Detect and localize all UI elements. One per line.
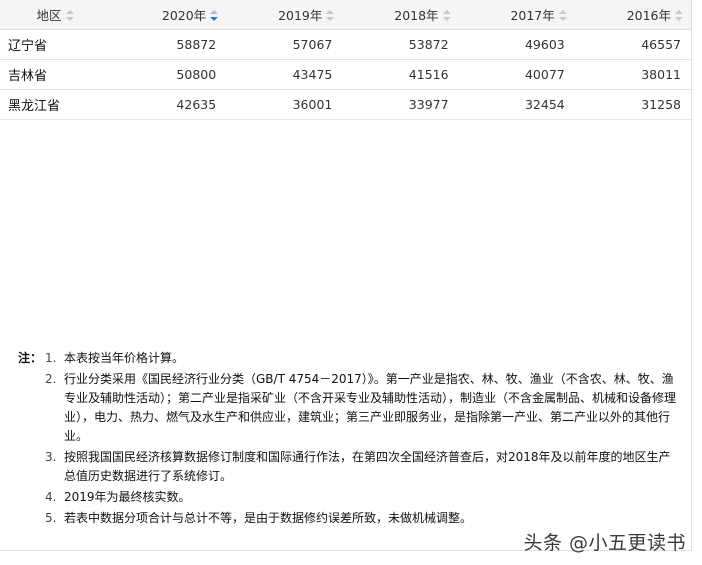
sort-icon[interactable]: [65, 10, 74, 21]
footnote-number: 2.: [45, 372, 57, 386]
table-header-row: 地区 2020年 2019年 2018年 2017年 2016年: [0, 0, 691, 30]
column-header-2019[interactable]: 2019年: [226, 0, 343, 30]
column-header-2016[interactable]: 2016年: [574, 0, 691, 30]
cell-value: 58872: [110, 29, 227, 60]
column-header-label: 2019年: [278, 8, 323, 23]
cell-value: 49603: [458, 29, 575, 60]
footnote-text: 若表中数据分项合计与总计不等，是由于数据修约误差所致，未做机械调整。: [64, 511, 473, 525]
footnote-text: 本表按当年价格计算。: [64, 351, 185, 365]
column-header-label: 2020年: [161, 8, 207, 23]
cell-value: 41516: [342, 59, 459, 90]
footnote-text: 行业分类采用《国民经济行业分类（GB/T 4754－2017）》。第一产业是指农…: [64, 372, 677, 443]
footnote-item: 3. 按照我国国民经济核算数据修订制度和国际通行作法，在第四次全国经济普查后，对…: [18, 448, 678, 486]
column-header-label: 地区: [36, 8, 62, 23]
column-header-region[interactable]: 地区: [0, 0, 110, 30]
table-row: 黑龙江省 42635 36001 33977 32454 31258: [0, 89, 691, 120]
footnotes: 注： 1. 本表按当年价格计算。 2. 行业分类采用《国民经济行业分类（GB/T…: [18, 349, 678, 530]
cell-region: 吉林省: [0, 59, 110, 90]
footnote-item: 5. 若表中数据分项合计与总计不等，是由于数据修约误差所致，未做机械调整。: [18, 509, 678, 528]
cell-value: 38011: [574, 59, 691, 90]
footnote-prefix: 注：: [18, 351, 43, 365]
cell-value: 32454: [458, 89, 575, 120]
column-header-2018[interactable]: 2018年: [342, 0, 459, 30]
sort-descending-icon[interactable]: [210, 10, 219, 21]
footnote-text: 2019年为最终核实数。: [64, 490, 191, 504]
footnote-number: 5.: [45, 511, 57, 525]
cell-value: 43475: [226, 59, 343, 90]
footnote-number: 3.: [45, 450, 57, 464]
sort-icon[interactable]: [326, 10, 335, 21]
cell-value: 33977: [342, 89, 459, 120]
footnote-item: 4. 2019年为最终核实数。: [18, 488, 678, 507]
cell-region: 辽宁省: [0, 29, 110, 60]
sort-icon[interactable]: [442, 10, 451, 21]
footnote-number: 4.: [45, 490, 57, 504]
sort-icon[interactable]: [558, 10, 567, 21]
column-header-label: 2017年: [510, 8, 555, 23]
footnote-text: 按照我国国民经济核算数据修订制度和国际通行作法，在第四次全国经济普查后，对201…: [64, 450, 671, 483]
footnote-item: 注： 1. 本表按当年价格计算。: [18, 349, 678, 368]
cell-value: 46557: [574, 29, 691, 60]
watermark: 头条 @小五更读书: [523, 532, 686, 554]
gdp-table: 地区 2020年 2019年 2018年 2017年 2016年 辽宁省 588…: [0, 0, 691, 120]
cell-region: 黑龙江省: [0, 89, 110, 120]
column-header-2020[interactable]: 2020年: [110, 0, 227, 30]
cell-value: 53872: [342, 29, 459, 60]
table-row: 吉林省 50800 43475 41516 40077 38011: [0, 59, 691, 90]
cell-value: 40077: [458, 59, 575, 90]
cell-value: 57067: [226, 29, 343, 60]
column-header-2017[interactable]: 2017年: [458, 0, 575, 30]
cell-value: 31258: [574, 89, 691, 120]
sort-icon[interactable]: [675, 10, 683, 21]
footnote-item: 2. 行业分类采用《国民经济行业分类（GB/T 4754－2017）》。第一产业…: [18, 370, 678, 446]
column-header-label: 2018年: [394, 8, 439, 23]
cell-value: 42635: [110, 89, 227, 120]
footnote-number: 1.: [45, 351, 57, 365]
cell-value: 50800: [110, 59, 227, 90]
table-row: 辽宁省 58872 57067 53872 49603 46557: [0, 29, 691, 60]
column-header-label: 2016年: [626, 8, 671, 23]
cell-value: 36001: [226, 89, 343, 120]
